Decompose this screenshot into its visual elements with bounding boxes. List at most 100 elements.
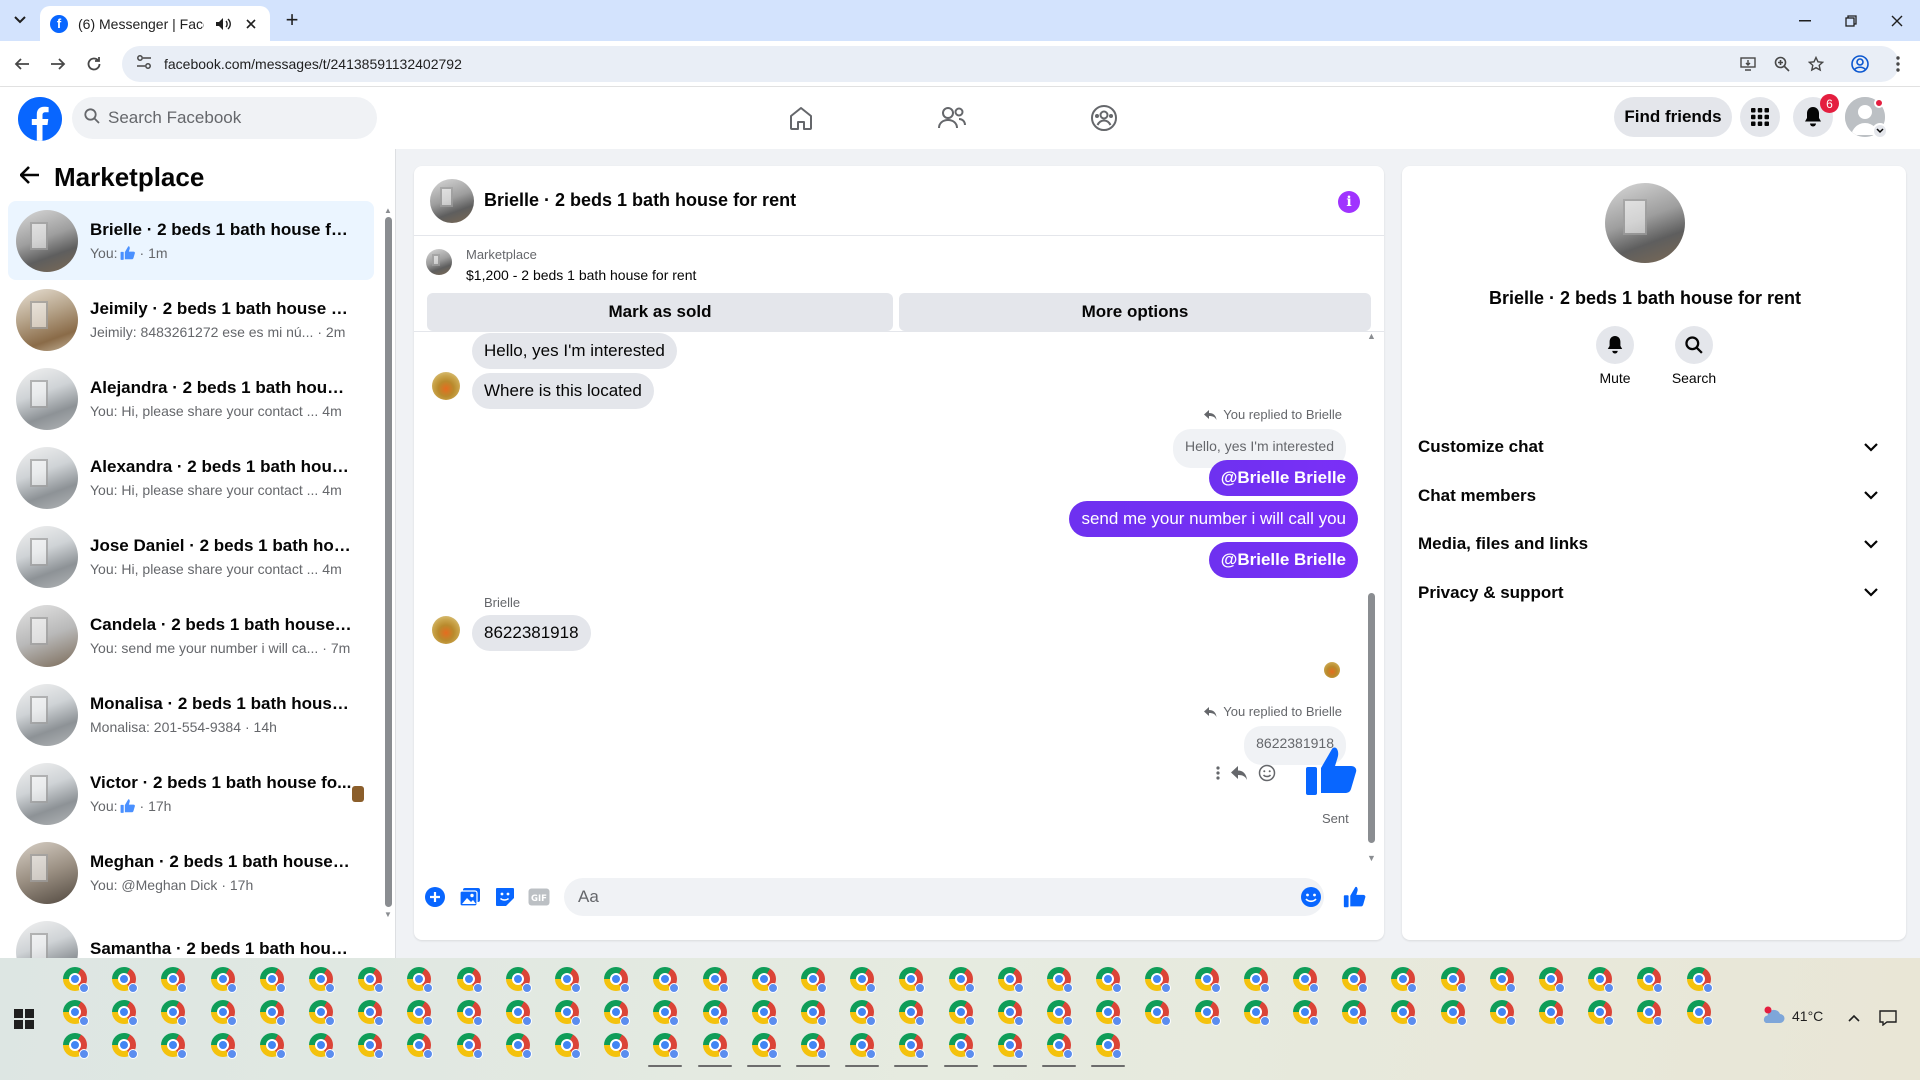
back-arrow-icon[interactable] [8,50,36,78]
action-center-icon[interactable] [1876,1006,1900,1030]
chat-scrollbar[interactable]: ▲ ▼ [1366,331,1376,865]
chrome-taskbar-icon[interactable] [997,967,1024,993]
chrome-taskbar-icon[interactable] [1047,1000,1073,1026]
conversation-item[interactable]: Alejandra · 2 beds 1 bath house f... You:… [8,359,374,438]
windows-start-icon[interactable] [14,1009,34,1029]
emoji-icon[interactable] [1298,884,1324,910]
new-tab-button[interactable]: + [280,7,304,32]
chrome-taskbar-icon[interactable] [653,1033,680,1059]
chrome-taskbar-icon[interactable] [850,967,877,993]
tab-audio-speaker-icon[interactable] [214,15,232,33]
zoom-icon[interactable] [1768,50,1796,78]
chrome-taskbar-icon[interactable] [997,1033,1024,1059]
chrome-taskbar-icon[interactable] [407,1000,434,1026]
chrome-taskbar-icon[interactable] [653,967,680,993]
chrome-taskbar-icon[interactable] [1440,967,1467,993]
chrome-taskbar-icon[interactable] [1096,1000,1123,1026]
chrome-taskbar-icon[interactable] [850,1033,877,1059]
chrome-taskbar-icon[interactable] [505,1033,532,1059]
info-section-chat-members[interactable]: Chat members [1418,478,1878,514]
chrome-taskbar-icon[interactable] [1342,967,1369,993]
gif-icon[interactable]: GIF [526,884,552,910]
chrome-taskbar-icon[interactable] [1489,967,1516,993]
plus-circle-icon[interactable] [422,884,448,910]
outgoing-message[interactable]: send me your number i will call you [1069,501,1358,537]
chrome-taskbar-icon[interactable] [210,1033,237,1059]
chrome-taskbar-icon[interactable] [948,1000,975,1026]
notifications-bell-icon[interactable]: 6 [1793,94,1839,137]
chat-header-thumbnail[interactable] [430,178,474,223]
chrome-taskbar-icon[interactable] [751,1000,778,1026]
conversation-item[interactable]: Brielle · 2 beds 1 bath house for ... You… [8,201,374,280]
chrome-taskbar-icon[interactable] [1588,1000,1615,1026]
facebook-search-bar[interactable] [72,97,377,139]
chrome-taskbar-icon[interactable] [112,1000,139,1026]
brielle-avatar[interactable] [432,616,460,644]
chrome-taskbar-icon[interactable] [309,1033,335,1059]
conversation-item[interactable]: Alexandra · 2 beds 1 bath house ... You: … [8,438,374,517]
chrome-taskbar-icon[interactable] [1391,967,1418,993]
chrome-taskbar-icon[interactable] [210,967,237,993]
chrome-taskbar-icon[interactable] [1637,967,1664,993]
chrome-taskbar-icon[interactable] [555,1000,581,1026]
conversation-item[interactable]: Meghan · 2 beds 1 bath house fo... You: @… [8,833,374,912]
chrome-taskbar-icon[interactable] [702,1033,729,1059]
chrome-taskbar-icon[interactable] [259,1033,286,1059]
conversation-item[interactable]: Jose Daniel · 2 beds 1 bath hous... You: … [8,517,374,596]
sidebar-scrollbar[interactable]: ▲ ▼ [384,207,392,919]
chrome-taskbar-icon[interactable] [161,1033,188,1059]
chrome-taskbar-icon[interactable] [1637,1000,1664,1026]
chrome-taskbar-icon[interactable] [899,1033,926,1059]
chrome-taskbar-icon[interactable] [801,1033,827,1059]
chrome-taskbar-icon[interactable] [358,1033,385,1059]
chrome-taskbar-icon[interactable] [309,1000,335,1026]
listing-title[interactable]: $1,200 - 2 beds 1 bath house for rent [466,267,696,283]
info-section-privacy-support[interactable]: Privacy & support [1418,575,1878,611]
chrome-taskbar-icon[interactable] [505,1000,532,1026]
chrome-taskbar-icon[interactable] [1194,1000,1221,1026]
chrome-taskbar-icon[interactable] [1047,967,1073,993]
chrome-taskbar-icon[interactable] [1047,1033,1073,1059]
incoming-message[interactable]: 8622381918 [472,615,591,651]
back-arrow-icon[interactable] [19,165,40,189]
chrome-taskbar-icon[interactable] [899,967,926,993]
chrome-taskbar-icon[interactable] [1293,1000,1319,1026]
conversation-item[interactable]: Samantha · 2 beds 1 bath house ... [8,912,374,958]
find-friends-button[interactable]: Find friends [1614,97,1732,137]
chrome-taskbar-icon[interactable] [948,967,975,993]
sticker-icon[interactable] [492,884,518,910]
mark-as-sold-button[interactable]: Mark as sold [427,293,893,331]
home-icon[interactable] [784,101,818,135]
chrome-taskbar-icon[interactable] [653,1000,680,1026]
window-close-icon[interactable] [1874,0,1920,41]
browser-menu-kebab-icon[interactable] [1884,50,1912,78]
chrome-taskbar-icon[interactable] [1145,967,1172,993]
weather-widget[interactable]: 41°C [1760,1006,1823,1026]
chrome-taskbar-icon[interactable] [63,967,89,993]
chrome-taskbar-icon[interactable] [899,1000,926,1026]
chrome-taskbar-icon[interactable] [1440,1000,1467,1026]
chrome-taskbar-icon[interactable] [702,967,729,993]
chrome-taskbar-icon[interactable] [751,967,778,993]
chrome-taskbar-icon[interactable] [604,967,631,993]
chrome-taskbar-icon[interactable] [702,1000,729,1026]
tab-close-icon[interactable] [242,15,260,33]
info-section-customize-chat[interactable]: Customize chat [1418,429,1878,465]
react-smiley-icon[interactable] [1258,764,1276,787]
chrome-taskbar-icon[interactable] [997,1000,1024,1026]
conversation-item[interactable]: Jeimily · 2 beds 1 bath house for ... Jei… [8,280,374,359]
chrome-taskbar-icon[interactable] [505,967,532,993]
brielle-avatar[interactable] [432,372,460,400]
sent-thumbs-up-icon[interactable] [1304,743,1360,804]
chrome-taskbar-icon[interactable] [555,1033,581,1059]
chrome-taskbar-icon[interactable] [1489,1000,1516,1026]
site-info-tune-icon[interactable] [136,54,152,74]
info-thumbnail[interactable] [1605,183,1685,263]
window-restore-icon[interactable] [1828,0,1874,41]
chrome-taskbar-icon[interactable] [604,1000,631,1026]
chrome-taskbar-icon[interactable] [604,1033,631,1059]
conversation-item[interactable]: Victor · 2 beds 1 bath house fo... You: ·… [8,754,374,833]
chrome-taskbar-icon[interactable] [1243,967,1270,993]
chrome-taskbar-icon[interactable] [63,1000,89,1026]
chrome-taskbar-icon[interactable] [456,967,483,993]
